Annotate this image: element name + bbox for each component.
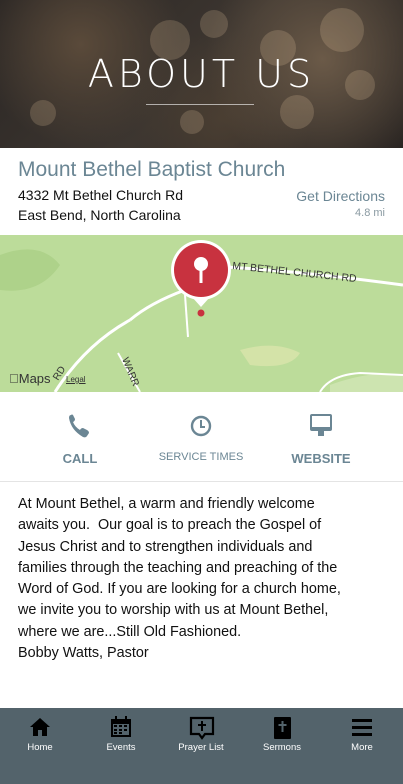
description-line: Word of God. If you are looking for a ch… <box>18 581 341 598</box>
title-divider <box>146 104 254 105</box>
calendar-icon <box>111 716 131 737</box>
description-line: families through the teaching and preach… <box>18 559 338 576</box>
bible-icon <box>274 717 291 739</box>
tab-prayer-list[interactable]: Prayer List <box>161 708 241 768</box>
call-button[interactable]: CALL <box>13 392 147 482</box>
tab-label: Sermons <box>262 742 301 753</box>
location-map[interactable]: MT BETHEL CHURCH RD WARR RD Maps Legal <box>0 235 403 392</box>
tab-label: Prayer List <box>178 742 224 753</box>
address-line-1: 4332 Mt Bethel Church Rd <box>18 187 183 203</box>
home-icon <box>30 718 50 736</box>
distance-label: 4.8 mi <box>355 207 385 219</box>
pastor-signature: Bobby Watts, Pastor <box>18 645 149 662</box>
get-directions-link[interactable]: Get Directions <box>296 188 385 204</box>
church-info: Mount Bethel Baptist Church 4332 Mt Beth… <box>0 148 403 235</box>
tab-more[interactable]: More <box>322 708 402 768</box>
monitor-icon <box>310 414 332 436</box>
phone-icon <box>69 414 89 438</box>
church-description: At Mount Bethel, a warm and friendly wel… <box>18 494 388 664</box>
description-line: awaits you. Our goal is to preach the Go… <box>18 517 322 534</box>
website-label: WEBSITE <box>291 451 351 466</box>
tab-label: Home <box>27 742 53 753</box>
prayer-icon <box>189 716 215 740</box>
address-line-2: East Bend, North Carolina <box>18 207 181 223</box>
service-times-label: SERVICE TIMES <box>158 451 244 463</box>
description-line: Jesus Christ and to strengthen individua… <box>18 538 313 555</box>
tab-label: More <box>351 742 373 753</box>
tab-home[interactable]: Home <box>0 708 80 768</box>
hero-banner: ABOUT US <box>0 0 403 148</box>
apple-maps-logo: Maps <box>9 371 51 386</box>
tab-bar: Home Events Prayer List Sermons More <box>0 708 403 784</box>
clock-icon <box>190 415 212 437</box>
description-line: where we are...Still Old Fashioned. <box>18 623 242 640</box>
tab-sermons[interactable]: Sermons <box>242 708 322 768</box>
legal-link[interactable]: Legal <box>66 375 86 384</box>
menu-icon <box>352 719 372 736</box>
church-name: Mount Bethel Baptist Church <box>18 158 286 181</box>
action-row: CALL SERVICE TIMES WEBSITE <box>0 392 403 482</box>
description-line: we invite you to worship with us at Moun… <box>18 602 329 619</box>
website-button[interactable]: WEBSITE <box>254 392 388 482</box>
description-line: At Mount Bethel, a warm and friendly wel… <box>18 496 315 512</box>
tab-events[interactable]: Events <box>81 708 161 768</box>
page-title: ABOUT US <box>87 52 316 96</box>
tab-label: Events <box>106 742 136 753</box>
call-label: CALL <box>62 451 98 466</box>
map-canvas: MT BETHEL CHURCH RD WARR RD <box>0 235 403 392</box>
service-times-button[interactable]: SERVICE TIMES <box>134 392 268 482</box>
